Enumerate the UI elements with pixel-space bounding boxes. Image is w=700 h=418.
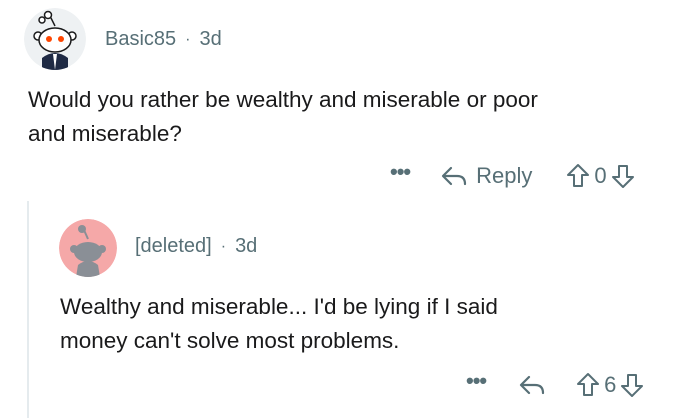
reply-icon (520, 375, 545, 395)
comment-line: Wealthy and miserable... I'd be lying if… (60, 294, 498, 319)
comment-actions: ••• 6 (466, 370, 644, 400)
comment-actions: ••• Reply 0 (390, 161, 635, 191)
separator-dot: · (220, 237, 227, 255)
comment-meta: [deleted] · 3d (135, 235, 257, 258)
downvote-icon[interactable] (620, 372, 644, 398)
downvote-icon[interactable] (611, 163, 635, 189)
reply-button[interactable] (518, 374, 546, 396)
user-avatar[interactable] (24, 8, 86, 70)
more-options-button[interactable]: ••• (466, 370, 487, 392)
reply-label: Reply (476, 163, 533, 188)
comment-body: Would you rather be wealthy and miserabl… (28, 83, 538, 151)
comment-line: Would you rather be wealthy and miserabl… (28, 87, 538, 112)
upvote-icon[interactable] (576, 372, 600, 398)
comment-line: and miserable? (28, 121, 182, 146)
username: [deleted] (135, 235, 212, 257)
thread-line[interactable] (27, 201, 29, 418)
vote-score: 0 (594, 163, 607, 188)
user-avatar[interactable] (59, 219, 117, 277)
snoo-avatar-icon (24, 8, 86, 70)
username[interactable]: Basic85 (105, 28, 176, 51)
comment-meta: Basic85 · 3d (105, 28, 222, 51)
comment-age: 3d (235, 235, 258, 257)
vote-score: 6 (604, 372, 617, 397)
more-options-button[interactable]: ••• (390, 161, 411, 183)
separator-dot: · (185, 30, 191, 48)
reply-button[interactable]: Reply (440, 163, 532, 189)
comment-thread: Basic85 · 3d Would you rather be wealthy… (0, 0, 700, 418)
upvote-icon[interactable] (566, 163, 590, 189)
reply-icon (442, 166, 467, 186)
comment-age: 3d (199, 28, 222, 50)
comment-line: money can't solve most problems. (60, 328, 400, 353)
vote-controls: 0 (566, 163, 634, 189)
vote-controls: 6 (576, 372, 644, 398)
comment-body: Wealthy and miserable... I'd be lying if… (60, 290, 498, 358)
deleted-snoo-avatar-icon (59, 219, 117, 277)
